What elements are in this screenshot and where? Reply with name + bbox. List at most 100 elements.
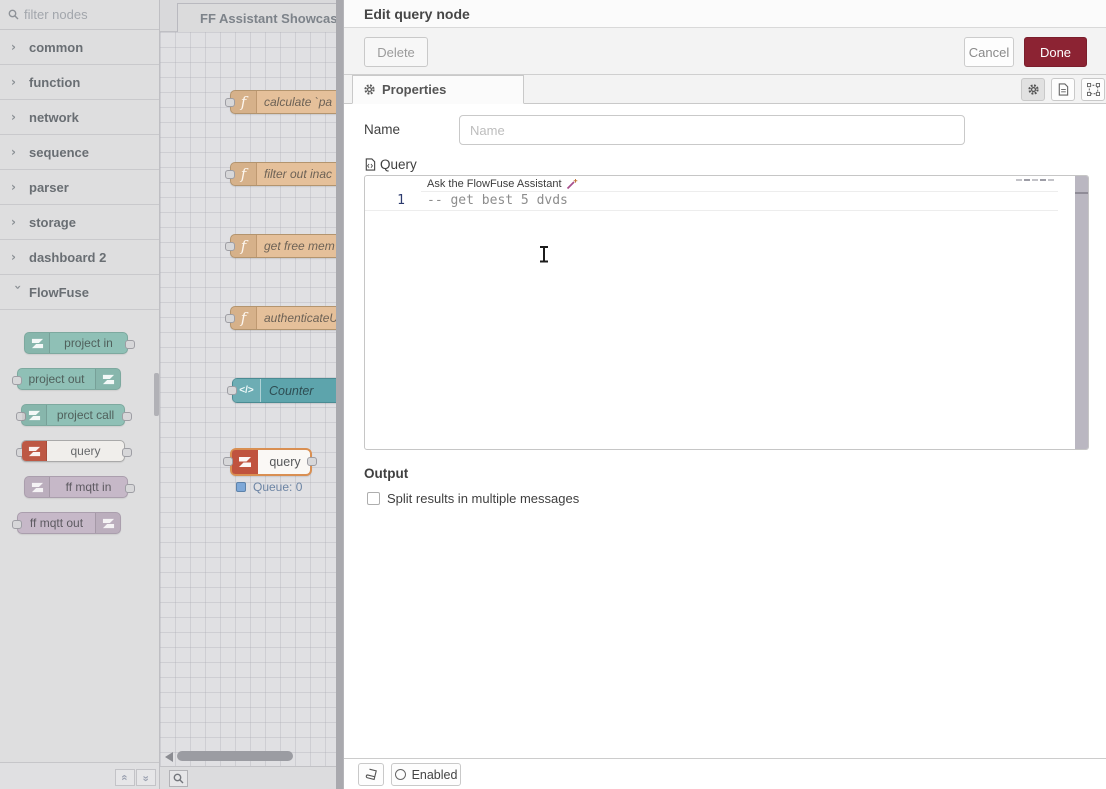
- chevron-right-icon: ›: [11, 110, 29, 124]
- assistant-prompt-row[interactable]: Ask the FlowFuse Assistant: [421, 176, 1058, 192]
- flowfuse-logo-icon: [95, 513, 120, 533]
- properties-view-button[interactable]: [1021, 78, 1045, 101]
- query-code-editor[interactable]: Ask the FlowFuse Assistant 1 -- get best…: [364, 175, 1089, 450]
- document-icon: [1057, 83, 1069, 96]
- palette-node-ff-mqtt-in[interactable]: ff mqtt in: [24, 476, 128, 498]
- code-text: -- get best 5 dvds: [427, 193, 568, 208]
- palette-filter-input[interactable]: filter nodes: [0, 0, 159, 30]
- collapse-all-button[interactable]: »: [115, 769, 135, 786]
- edit-node-panel: Edit query node Delete Cancel Done Prope…: [343, 0, 1106, 789]
- node-output-port[interactable]: [307, 457, 317, 466]
- node-input-port[interactable]: [227, 386, 237, 395]
- object-frame-icon: [1087, 83, 1100, 96]
- flow-node-filter[interactable]: f filter out inac: [230, 162, 343, 186]
- edit-panel-header: Edit query node: [344, 0, 1106, 28]
- magic-wand-icon: [566, 178, 578, 190]
- chevron-right-icon: ›: [11, 75, 29, 89]
- gear-icon: [1027, 83, 1040, 96]
- flowfuse-logo-icon: [25, 477, 50, 497]
- panel-resize-handle[interactable]: [336, 0, 343, 789]
- node-input-port[interactable]: [225, 314, 235, 323]
- assistant-prompt-text: Ask the FlowFuse Assistant: [427, 178, 562, 190]
- text-cursor-pointer: [539, 246, 548, 263]
- tab-ff-assistant-showcase[interactable]: FF Assistant Showcase: [177, 3, 343, 32]
- node-output-port: [122, 448, 132, 457]
- editor-minimap: [1016, 179, 1054, 181]
- node-input-port[interactable]: [225, 242, 235, 251]
- palette-category-function[interactable]: › function: [0, 65, 159, 100]
- palette-node-project-in[interactable]: project in: [24, 332, 128, 354]
- node-output-port: [125, 484, 135, 493]
- flow-node-counter[interactable]: </> Counter: [232, 378, 343, 403]
- editor-scrollbar[interactable]: [1075, 176, 1088, 449]
- chevron-right-icon: ›: [11, 180, 29, 194]
- node-palette: filter nodes › common › function › netwo…: [0, 0, 160, 789]
- palette-node-project-call[interactable]: project call: [21, 404, 125, 426]
- palette-category-parser[interactable]: › parser: [0, 170, 159, 205]
- split-results-label: Split results in multiple messages: [387, 491, 579, 506]
- split-results-checkbox[interactable]: [367, 492, 380, 505]
- palette-category-sequence[interactable]: › sequence: [0, 135, 159, 170]
- flow-node-query-selected[interactable]: query: [230, 448, 312, 476]
- edit-panel-button-row: Delete Cancel Done: [344, 28, 1106, 75]
- palette-node-project-out[interactable]: project out: [17, 368, 121, 390]
- flow-node-get-free-mem[interactable]: f get free mem: [230, 234, 343, 258]
- edit-panel-title: Edit query node: [364, 6, 470, 22]
- name-input[interactable]: [459, 115, 965, 145]
- palette-category-network[interactable]: › network: [0, 100, 159, 135]
- palette-category-storage[interactable]: › storage: [0, 205, 159, 240]
- chevron-down-icon: ›: [11, 285, 25, 303]
- chevron-right-icon: ›: [11, 215, 29, 229]
- appearance-view-button[interactable]: [1081, 78, 1105, 101]
- search-icon: [8, 9, 19, 20]
- code-file-icon: [364, 158, 376, 171]
- node-input-port[interactable]: [225, 170, 235, 179]
- chevron-right-icon: ›: [11, 250, 29, 264]
- tab-properties[interactable]: Properties: [352, 75, 524, 104]
- output-section-label: Output: [364, 466, 408, 481]
- gear-icon: [363, 83, 376, 96]
- enabled-label: Enabled: [412, 768, 458, 782]
- palette-category-flowfuse[interactable]: › FlowFuse: [0, 275, 159, 310]
- edit-panel-tabs: Properties: [344, 75, 1106, 104]
- chevron-right-icon: ›: [11, 145, 29, 159]
- hscroll-left-arrow[interactable]: [165, 752, 173, 762]
- enabled-toggle-button[interactable]: Enabled: [391, 763, 461, 786]
- description-view-button[interactable]: [1051, 78, 1075, 101]
- palette-category-common[interactable]: › common: [0, 30, 159, 65]
- delete-button[interactable]: Delete: [364, 37, 428, 67]
- canvas-grid[interactable]: [160, 32, 343, 789]
- node-input-port[interactable]: [223, 457, 233, 466]
- code-icon: </>: [233, 379, 261, 402]
- query-field-label-row: Query: [364, 157, 417, 172]
- zoom-search-button[interactable]: [169, 770, 188, 787]
- horizontal-scrollbar[interactable]: [177, 751, 293, 761]
- palette-scrollbar[interactable]: [154, 373, 159, 416]
- node-output-port: [122, 412, 132, 421]
- line-number: 1: [387, 193, 405, 208]
- flowfuse-logo-icon: [22, 441, 47, 461]
- edit-panel-content: Name Query Ask the FlowFuse Assistant 1 …: [344, 104, 1106, 758]
- name-field-label: Name: [364, 122, 400, 137]
- expand-all-button[interactable]: »: [136, 769, 156, 786]
- chevron-right-icon: ›: [11, 40, 29, 54]
- search-icon: [173, 773, 184, 784]
- canvas-footer: [160, 766, 343, 789]
- palette-node-ff-mqtt-out[interactable]: ff mqtt out: [17, 512, 121, 534]
- palette-category-dashboard2[interactable]: › dashboard 2: [0, 240, 159, 275]
- flow-node-authenticate[interactable]: f authenticateU: [230, 306, 343, 330]
- double-chevron-down-icon: »: [140, 775, 152, 780]
- flow-node-calculate[interactable]: f calculate `pa: [230, 90, 343, 114]
- flow-canvas[interactable]: FF Assistant Showcase f calculate `pa f …: [160, 0, 343, 789]
- node-input-port[interactable]: [225, 98, 235, 107]
- node-help-button[interactable]: [358, 763, 384, 786]
- cancel-button[interactable]: Cancel: [964, 37, 1014, 67]
- node-status-text: Queue: 0: [253, 480, 302, 494]
- flowfuse-logo-icon: [22, 405, 47, 425]
- palette-filter-placeholder: filter nodes: [24, 7, 88, 22]
- palette-node-query[interactable]: query: [21, 440, 125, 462]
- split-results-option[interactable]: Split results in multiple messages: [367, 491, 579, 506]
- code-line-1[interactable]: 1 -- get best 5 dvds: [365, 192, 1058, 211]
- flowfuse-logo-icon: [25, 333, 50, 353]
- done-button[interactable]: Done: [1024, 37, 1087, 67]
